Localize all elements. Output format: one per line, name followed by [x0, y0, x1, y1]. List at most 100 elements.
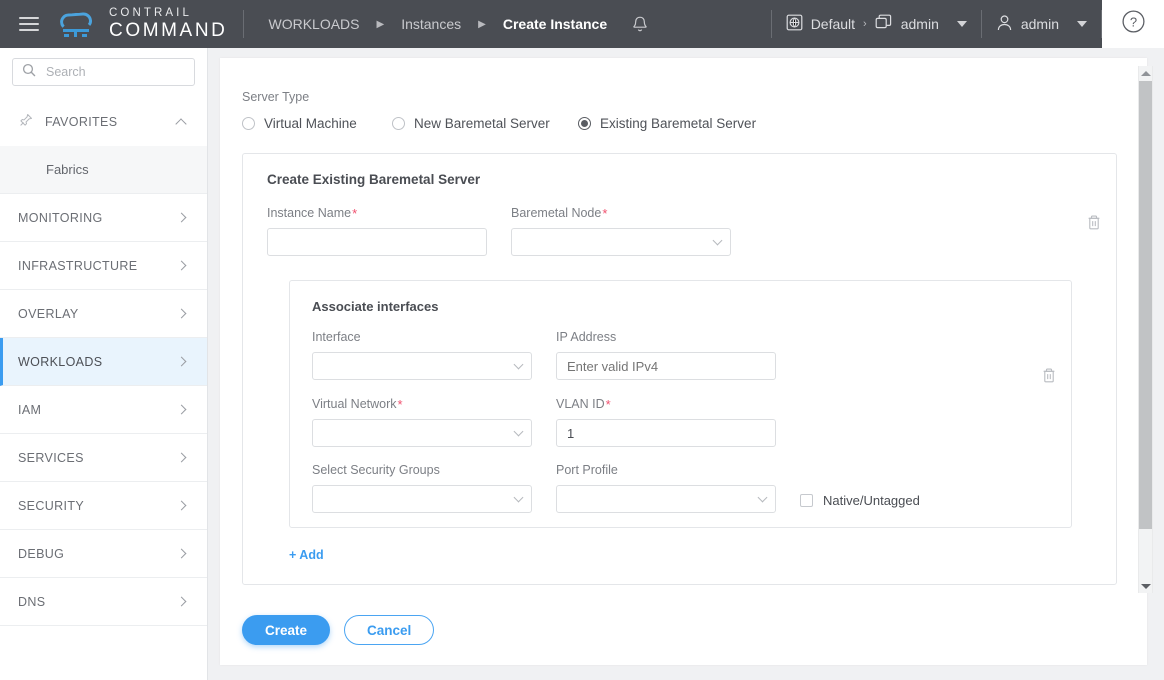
radio-new-baremetal-server[interactable]: New Baremetal Server [392, 116, 578, 131]
help-button[interactable]: ? [1102, 0, 1164, 48]
required-asterisk: * [602, 206, 608, 221]
sidebar-item-monitoring[interactable]: MONITORING [0, 194, 207, 242]
native-untagged-checkbox[interactable] [800, 493, 813, 507]
scrollbar-thumb[interactable] [1139, 81, 1152, 529]
breadcrumb-item-workloads[interactable]: WORKLOADS [260, 16, 367, 32]
required-asterisk: * [605, 397, 611, 412]
virtual-network-select[interactable] [312, 419, 532, 447]
sidebar-item-debug[interactable]: DEBUG [0, 530, 207, 578]
breadcrumb-item-instances[interactable]: Instances [393, 16, 469, 32]
top-header-bar: CONTRAIL COMMAND WORKLOADS ▶ Instances ▶… [0, 0, 1164, 48]
ip-address-input[interactable] [556, 352, 776, 380]
sidebar-item-label: OVERLAY [18, 306, 79, 321]
server-type-label: Server Type [242, 90, 310, 104]
left-sidebar: FAVORITES Fabrics MONITORING INFRASTRUCT… [0, 48, 208, 680]
security-groups-group: Select Security Groups [312, 463, 532, 513]
project-label: admin [900, 16, 939, 32]
ip-address-label: IP Address [556, 330, 617, 344]
globe-domain-icon [786, 14, 803, 34]
create-button[interactable]: Create [242, 615, 331, 645]
vlan-id-input[interactable] [556, 419, 776, 447]
form-footer: Create Cancel [220, 595, 1147, 665]
add-interface-link[interactable]: + Add [289, 548, 324, 562]
sidebar-item-overlay[interactable]: OVERLAY [0, 290, 207, 338]
scroll-up-arrow-icon[interactable] [1139, 66, 1152, 80]
sidebar-item-iam[interactable]: IAM [0, 386, 207, 434]
sidebar-favorites-label: FAVORITES [45, 115, 118, 129]
radio-label: New Baremetal Server [414, 116, 550, 131]
sidebar-item-label: MONITORING [18, 210, 103, 225]
sidebar-item-security[interactable]: SECURITY [0, 482, 207, 530]
server-type-radio-group: Virtual Machine New Baremetal Server Exi… [242, 116, 1147, 131]
native-untagged-label: Native/Untagged [823, 492, 920, 508]
search-icon [22, 63, 36, 82]
required-asterisk: * [397, 397, 403, 412]
delete-interface-button[interactable] [1041, 367, 1057, 389]
radio-circle-icon [392, 117, 405, 130]
header-right-group: Default › admin admin ? [770, 0, 1164, 48]
sidebar-item-label: DEBUG [18, 546, 65, 561]
notification-bell-icon[interactable] [631, 15, 649, 34]
cancel-button[interactable]: Cancel [344, 615, 435, 645]
native-untagged-checkbox-group[interactable]: Native/Untagged [800, 487, 920, 513]
sidebar-item-fabrics[interactable]: Fabrics [0, 146, 207, 194]
radio-label: Virtual Machine [264, 116, 357, 131]
instance-name-input[interactable] [267, 228, 487, 256]
hamburger-menu-icon[interactable] [0, 0, 58, 48]
hamburger-bar [19, 23, 39, 25]
sidebar-item-services[interactable]: SERVICES [0, 434, 207, 482]
chevron-down-icon [956, 21, 967, 27]
svg-text:?: ? [1129, 14, 1136, 29]
chevron-right-icon [176, 308, 187, 319]
sidebar-section-favorites[interactable]: FAVORITES [0, 98, 207, 146]
sidebar-item-workloads[interactable]: WORKLOADS [0, 338, 207, 386]
logo-text: CONTRAIL COMMAND [109, 7, 228, 42]
trash-icon [1043, 368, 1055, 383]
project-stack-icon [875, 14, 893, 34]
pin-icon [18, 113, 33, 131]
chevron-down-icon [513, 359, 524, 369]
ip-address-group: IP Address [556, 330, 776, 380]
user-label: admin [1020, 16, 1059, 32]
chevron-right-icon [176, 452, 187, 463]
chevron-right-icon [176, 260, 187, 271]
baremetal-node-select[interactable] [511, 228, 731, 256]
create-instance-panel: Server Type Virtual Machine New Baremeta… [220, 58, 1147, 665]
security-groups-select[interactable] [312, 485, 532, 513]
form-body: Server Type Virtual Machine New Baremeta… [220, 58, 1147, 585]
domain-separator-icon: › [863, 18, 867, 30]
scroll-down-arrow-icon[interactable] [1139, 579, 1152, 593]
content-scrollbar[interactable] [1138, 66, 1153, 593]
associate-interfaces-title: Associate interfaces [312, 299, 439, 314]
required-asterisk: * [352, 206, 358, 221]
interface-select[interactable] [312, 352, 532, 380]
sidebar-item-label: IAM [18, 402, 42, 417]
chevron-right-icon [176, 356, 187, 367]
radio-virtual-machine[interactable]: Virtual Machine [242, 116, 392, 131]
help-question-icon: ? [1121, 9, 1146, 39]
port-profile-label: Port Profile [556, 463, 618, 477]
chevron-right-icon [176, 596, 187, 607]
chevron-right-icon [176, 548, 187, 559]
user-menu[interactable]: admin [982, 0, 1101, 48]
chevron-right-icon [176, 404, 187, 415]
breadcrumb-item-create-instance[interactable]: Create Instance [495, 16, 615, 32]
trash-icon [1088, 215, 1100, 230]
radio-existing-baremetal-server[interactable]: Existing Baremetal Server [578, 116, 756, 131]
sidebar-search-container [0, 48, 207, 98]
contrail-command-logo[interactable]: CONTRAIL COMMAND [58, 7, 243, 42]
vlan-id-group: VLAN ID* [556, 396, 776, 447]
logo-line-2: COMMAND [109, 20, 228, 42]
security-groups-label: Select Security Groups [312, 463, 440, 477]
chevron-right-icon [176, 500, 187, 511]
search-input[interactable] [44, 64, 185, 80]
breadcrumb-separator-icon: ▶ [376, 18, 385, 30]
search-field-wrapper[interactable] [12, 58, 195, 86]
sidebar-item-infrastructure[interactable]: INFRASTRUCTURE [0, 242, 207, 290]
radio-circle-icon [242, 117, 255, 130]
interface-row-2: Virtual Network* VLAN ID* [312, 396, 1051, 447]
sidebar-item-dns[interactable]: DNS [0, 578, 207, 626]
delete-server-button[interactable] [1086, 214, 1102, 236]
domain-project-selector[interactable]: Default › admin [772, 0, 981, 48]
port-profile-select[interactable] [556, 485, 776, 513]
